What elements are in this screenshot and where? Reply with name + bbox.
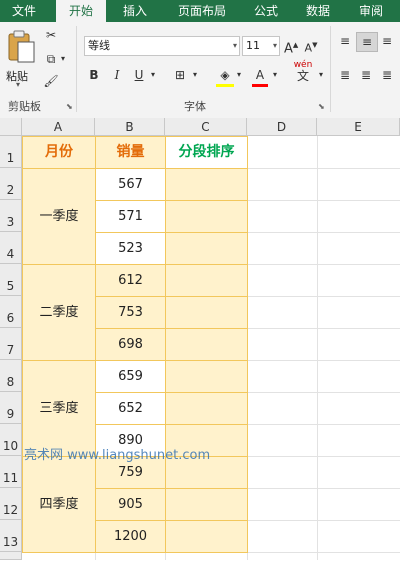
clipboard-launcher-icon[interactable]: ⬊ (66, 102, 73, 111)
font-color-swatch (252, 84, 268, 87)
clipboard-group-label: 剪贴板 (8, 100, 41, 113)
row-header[interactable]: 3 (0, 200, 22, 232)
rank-cell[interactable] (165, 328, 248, 361)
tab-file[interactable]: 文件 (0, 0, 48, 22)
tab-page-layout[interactable]: 页面布局 (168, 0, 236, 22)
quarter-cell[interactable]: 一季度 (22, 168, 96, 265)
row-header[interactable]: 10 (0, 424, 22, 456)
align-top-icon[interactable]: ≡ (336, 32, 354, 50)
tab-home[interactable]: 开始 (56, 0, 106, 22)
shrink-font-button[interactable]: A▼ (304, 36, 318, 58)
chevron-down-icon[interactable]: ▾ (190, 66, 200, 84)
rank-cell[interactable] (165, 520, 248, 553)
row-header[interactable]: 7 (0, 328, 22, 360)
sales-cell[interactable]: 571 (95, 200, 166, 233)
rank-cell[interactable] (165, 360, 248, 393)
sales-cell[interactable]: 698 (95, 328, 166, 361)
chevron-down-icon[interactable]: ▾ (58, 50, 68, 68)
row-header[interactable] (0, 552, 22, 560)
rank-cell[interactable] (165, 264, 248, 297)
tab-formulas[interactable]: 公式 (244, 0, 288, 22)
italic-button[interactable]: I (110, 66, 124, 84)
row-header[interactable]: 1 (0, 136, 22, 168)
align-center-icon[interactable]: ≣ (356, 66, 376, 84)
font-size-select[interactable]: 11 ▾ (242, 36, 280, 56)
rank-cell[interactable] (165, 168, 248, 201)
header-cell-month[interactable]: 月份 (22, 136, 96, 169)
rank-cell[interactable] (165, 488, 248, 521)
sales-cell[interactable]: 753 (95, 296, 166, 329)
font-color-button[interactable]: A (252, 66, 268, 84)
font-size-value: 11 (246, 39, 260, 52)
clipboard-icon (8, 30, 35, 63)
font-group-label: 字体 (184, 100, 206, 113)
format-painter-icon[interactable]: 🖌 (42, 72, 60, 90)
column-header-e[interactable]: E (317, 118, 400, 136)
quarter-cell[interactable]: 四季度 (22, 456, 96, 553)
sales-cell[interactable]: 905 (95, 488, 166, 521)
column-header-b[interactable]: B (95, 118, 165, 136)
chevron-down-icon[interactable]: ▾ (234, 66, 244, 84)
ribbon-tab-bar: 文件 开始 插入 页面布局 公式 数据 审阅 (0, 0, 400, 22)
sales-cell[interactable]: 567 (95, 168, 166, 201)
row-header[interactable]: 12 (0, 488, 22, 520)
header-cell-sales[interactable]: 销量 (95, 136, 166, 169)
scissors-icon[interactable]: ✂ (42, 26, 60, 44)
group-divider (76, 26, 77, 112)
align-right-icon[interactable]: ≣ (378, 66, 396, 84)
sales-cell[interactable]: 523 (95, 232, 166, 265)
chevron-down-icon[interactable]: ▾ (316, 66, 326, 84)
chevron-down-icon: ▾ (272, 41, 277, 50)
bold-button[interactable]: B (86, 66, 102, 84)
rank-cell[interactable] (165, 232, 248, 265)
phonetic-char: 文 (296, 69, 309, 83)
font-launcher-icon[interactable]: ⬊ (318, 102, 325, 111)
font-name-select[interactable]: 等线 ▾ (84, 36, 240, 56)
column-header-c[interactable]: C (165, 118, 247, 136)
column-header-d[interactable]: D (247, 118, 317, 136)
row-header[interactable]: 11 (0, 456, 22, 488)
chevron-down-icon[interactable]: ▾ (270, 66, 280, 84)
sales-cell[interactable]: 1200 (95, 520, 166, 553)
rank-cell[interactable] (165, 392, 248, 425)
worksheet[interactable]: A B C D E 1 2 3 4 5 6 7 8 9 10 11 12 13 … (0, 118, 400, 560)
select-all-corner[interactable] (0, 118, 22, 136)
quarter-cell[interactable]: 三季度 (22, 360, 96, 457)
header-cell-rank[interactable]: 分段排序 (165, 136, 248, 169)
tab-review[interactable]: 审阅 (348, 0, 394, 22)
underline-button[interactable]: U (132, 66, 146, 84)
paste-button[interactable]: 粘贴 ▾ (4, 28, 38, 89)
rank-cell[interactable] (165, 296, 248, 329)
sales-cell[interactable]: 612 (95, 264, 166, 297)
tab-data[interactable]: 数据 (296, 0, 340, 22)
borders-icon[interactable]: ⊞ (172, 66, 188, 84)
row-header[interactable]: 8 (0, 360, 22, 392)
sales-cell[interactable]: 652 (95, 392, 166, 425)
font-name-value: 等线 (88, 39, 110, 52)
group-divider (330, 26, 331, 112)
align-left-icon[interactable]: ≣ (336, 66, 354, 84)
align-bottom-icon[interactable]: ≡ (378, 32, 396, 50)
sales-cell[interactable]: 659 (95, 360, 166, 393)
rank-cell[interactable] (165, 200, 248, 233)
grow-font-button[interactable]: A▲ (284, 36, 298, 58)
row-header[interactable]: 2 (0, 168, 22, 200)
row-header[interactable]: 13 (0, 520, 22, 552)
fill-color-icon[interactable]: ◈ (216, 66, 234, 84)
row-header[interactable]: 6 (0, 296, 22, 328)
ribbon: 粘贴 ▾ ✂ ⧉ ▾ 🖌 剪贴板 ⬊ 等线 ▾ 11 ▾ A▲ A▼ B I U… (0, 22, 400, 119)
watermark-text: 亮术网 www.liangshunet.com (24, 448, 211, 463)
tab-insert[interactable]: 插入 (110, 0, 160, 22)
row-header[interactable]: 9 (0, 392, 22, 424)
chevron-down-icon: ▾ (232, 41, 237, 50)
align-middle-icon[interactable]: ≡ (356, 32, 378, 52)
row-header[interactable]: 5 (0, 264, 22, 296)
fill-color-swatch (216, 84, 234, 87)
chevron-down-icon[interactable]: ▾ (148, 66, 158, 84)
column-header-a[interactable]: A (22, 118, 95, 136)
quarter-cell[interactable]: 二季度 (22, 264, 96, 361)
phonetic-button[interactable]: wén 文 (292, 60, 314, 82)
chevron-down-icon: ▾ (16, 80, 21, 89)
row-header[interactable]: 4 (0, 232, 22, 264)
